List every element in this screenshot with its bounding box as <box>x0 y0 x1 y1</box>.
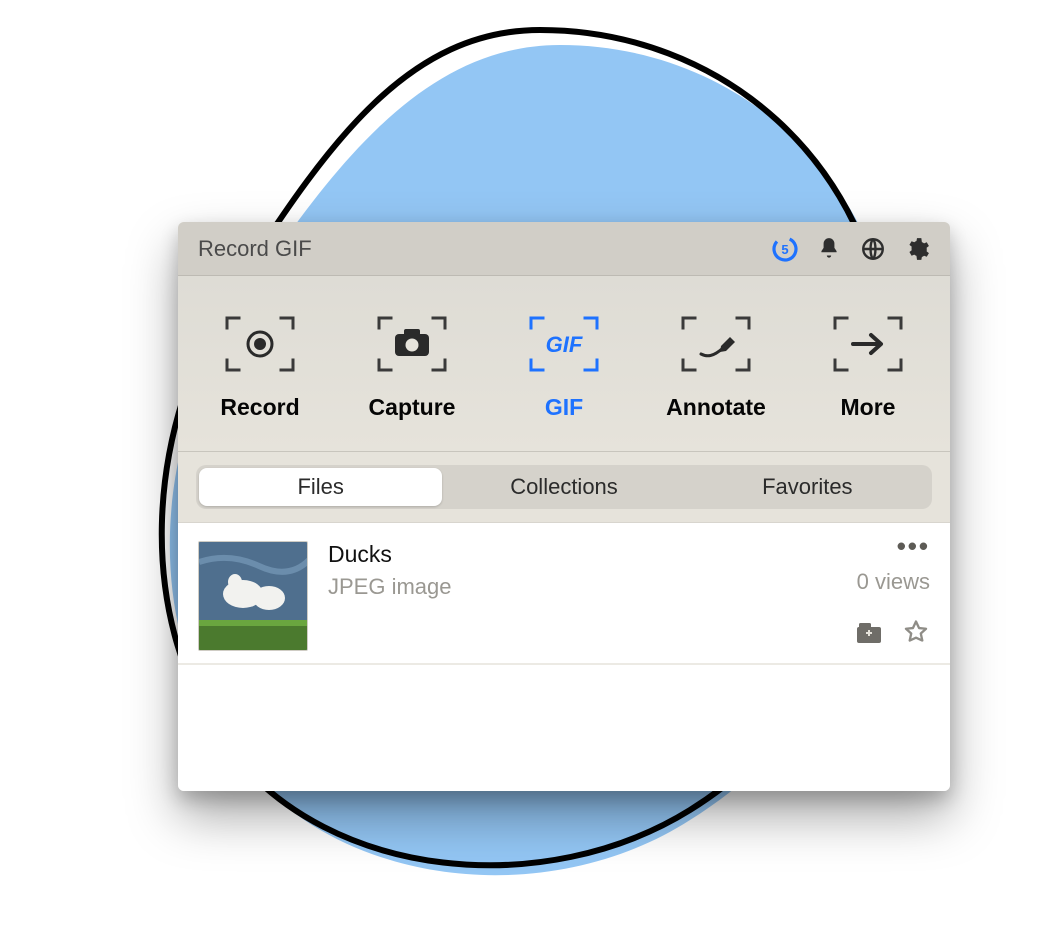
main-toolbar: Record Capture GIF GIF <box>178 276 950 452</box>
window-title: Record GIF <box>198 236 770 262</box>
tool-more[interactable]: More <box>793 314 943 421</box>
record-icon <box>221 314 299 374</box>
tool-record[interactable]: Record <box>185 314 335 421</box>
camera-icon <box>373 314 451 374</box>
tool-gif-label: GIF <box>545 394 583 421</box>
tab-favorites[interactable]: Favorites <box>686 468 929 506</box>
list-item[interactable]: Ducks JPEG image ••• 0 views <box>178 523 950 665</box>
segment-control: Files Collections Favorites <box>196 465 932 509</box>
gif-icon: GIF <box>525 314 603 374</box>
star-icon[interactable] <box>902 618 930 651</box>
tool-annotate[interactable]: Annotate <box>641 314 791 421</box>
add-to-collection-icon[interactable] <box>854 619 884 650</box>
tool-gif[interactable]: GIF GIF <box>489 314 639 421</box>
app-window: Record GIF 5 <box>178 222 950 791</box>
tool-capture[interactable]: Capture <box>337 314 487 421</box>
titlebar: Record GIF 5 <box>178 222 950 276</box>
file-info: Ducks JPEG image ••• 0 views <box>328 541 930 651</box>
tab-collections[interactable]: Collections <box>442 468 685 506</box>
tool-more-label: More <box>841 394 896 421</box>
file-list: Ducks JPEG image ••• 0 views <box>178 522 950 791</box>
file-views: 0 views <box>857 569 930 595</box>
tool-annotate-label: Annotate <box>666 394 766 421</box>
more-options-icon[interactable]: ••• <box>857 541 930 551</box>
tab-favorites-label: Favorites <box>762 474 852 500</box>
arrow-right-icon <box>829 314 907 374</box>
tool-capture-label: Capture <box>369 394 456 421</box>
tool-record-label: Record <box>220 394 299 421</box>
segment-bar: Files Collections Favorites <box>178 452 950 522</box>
globe-icon[interactable] <box>858 234 888 264</box>
svg-text:GIF: GIF <box>546 332 583 357</box>
pencil-icon <box>677 314 755 374</box>
tab-collections-label: Collections <box>510 474 618 500</box>
file-name: Ducks <box>328 541 452 568</box>
tab-files-label: Files <box>297 474 343 500</box>
countdown-timer-icon[interactable]: 5 <box>770 234 800 264</box>
file-thumbnail <box>198 541 308 651</box>
gear-icon[interactable] <box>902 234 932 264</box>
file-type: JPEG image <box>328 574 452 600</box>
bell-icon[interactable] <box>814 234 844 264</box>
tab-files[interactable]: Files <box>199 468 442 506</box>
svg-text:5: 5 <box>781 242 788 257</box>
titlebar-actions: 5 <box>770 234 932 264</box>
